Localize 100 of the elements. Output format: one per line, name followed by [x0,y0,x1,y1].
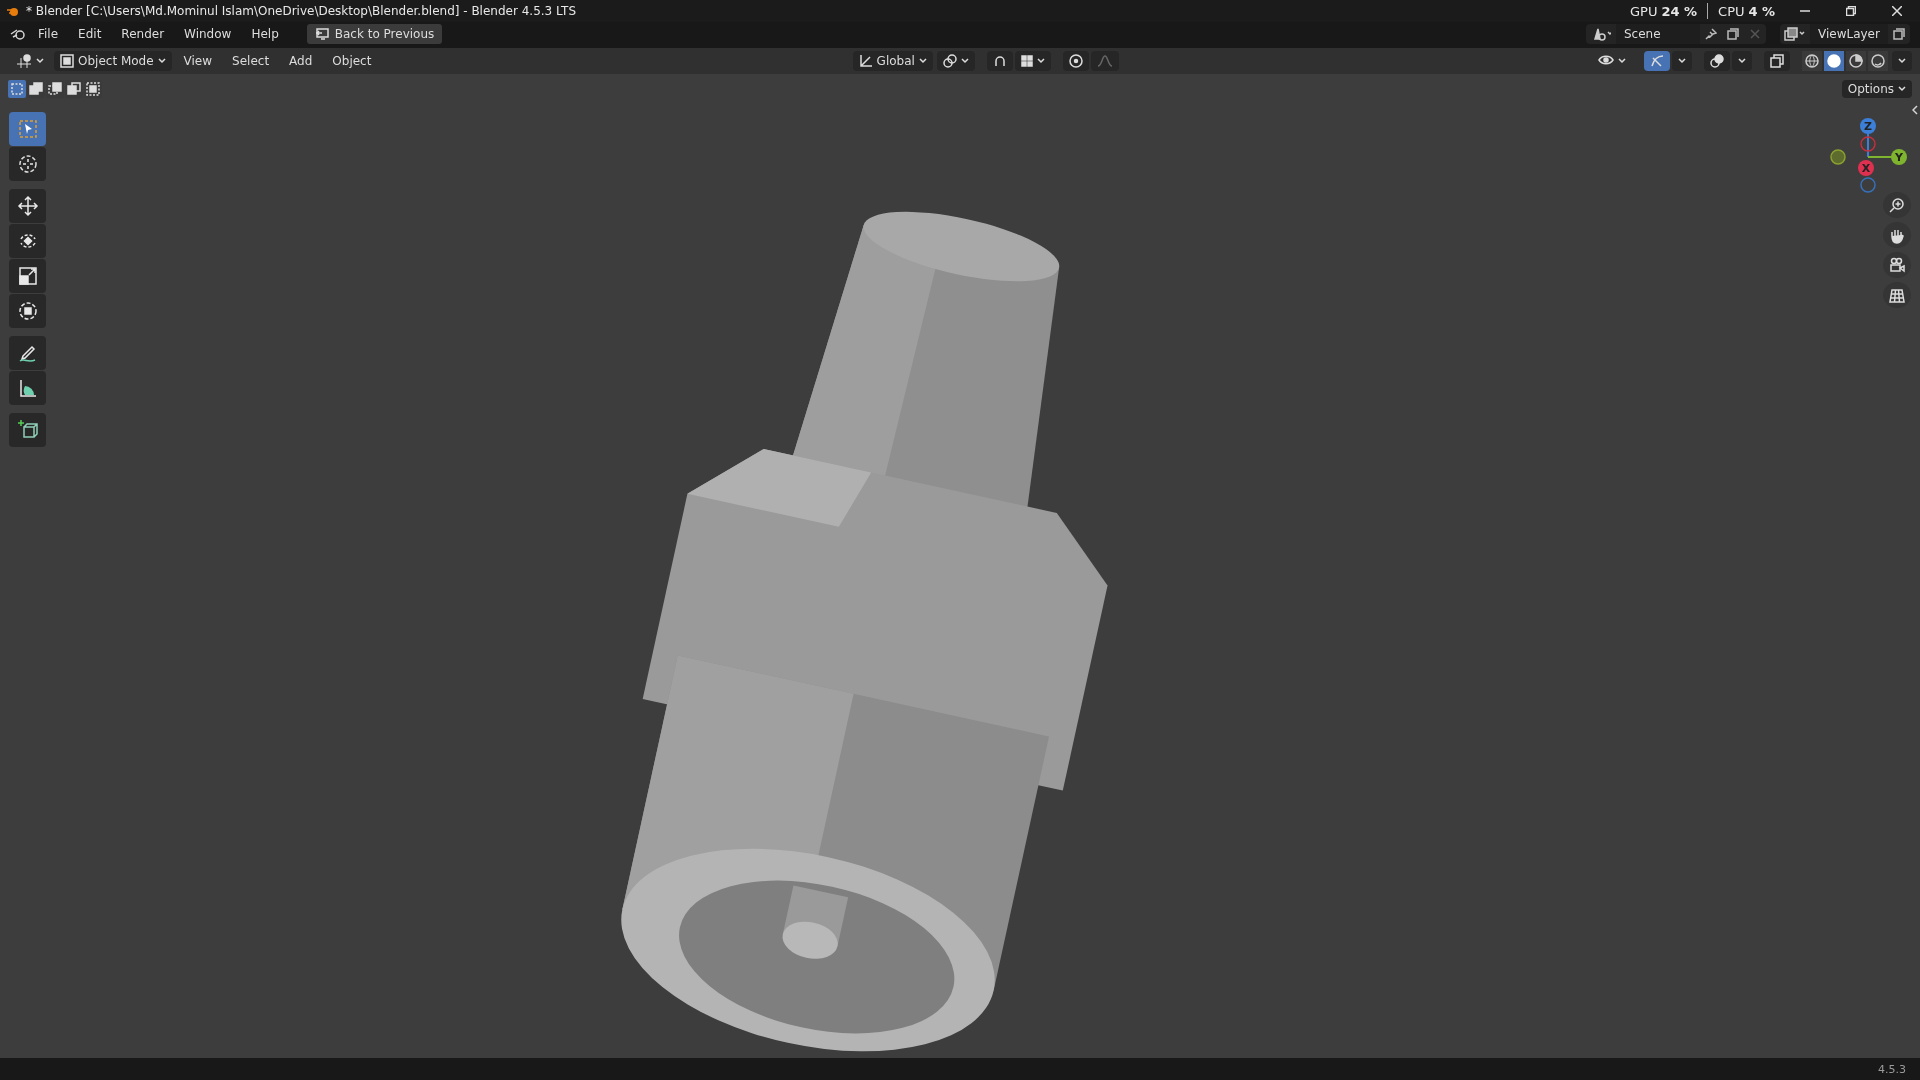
overlapping-circles-icon [1710,54,1724,68]
wireframe-sphere-icon [1805,54,1819,68]
menu-item[interactable]: File [30,25,67,43]
close-icon [1892,6,1902,16]
add-cube-icon [16,419,39,441]
caret-icon [960,58,969,64]
options-dropdown[interactable]: Options [1841,80,1912,98]
overlay-dropdown[interactable] [1732,51,1752,71]
solid-sphere-icon [1827,54,1841,68]
magnet-icon [992,54,1007,68]
caret-icon [1618,58,1626,64]
axis-label: Z [1864,120,1872,133]
selection-squares-icon [29,82,43,96]
caret-icon [1898,58,1906,64]
back-to-previous-button[interactable]: Back to Previous [306,24,443,44]
tool-button[interactable] [9,224,46,258]
gizmo-dropdown[interactable] [1672,51,1692,71]
rendered-sphere-icon [1871,54,1885,68]
menu-item[interactable]: Help [243,25,287,43]
restore-icon [1846,6,1856,16]
caret-icon [918,58,927,64]
object-cube-icon [60,54,74,68]
axes-icon [16,54,32,68]
view-layer-name-field[interactable]: ViewLayer [1810,24,1888,44]
selection-squares-icon [67,82,81,96]
tool-button[interactable] [9,147,46,181]
axis-label: Y [1895,151,1903,164]
transform-icon [16,300,39,322]
shading-dropdown[interactable] [1892,51,1912,71]
selection-mode-button[interactable] [27,80,45,98]
axis-gizmo[interactable] [1830,118,1907,193]
tool-button[interactable] [9,294,46,328]
shading-mode-button[interactable] [1846,51,1866,71]
menu-item[interactable]: Window [176,25,240,43]
view-layer-selector[interactable]: ViewLayer [1780,24,1910,44]
navigation-button[interactable] [1883,192,1911,218]
caret-icon [1898,86,1906,92]
zoom-in-icon [1888,196,1906,214]
tool-button[interactable] [9,259,46,293]
xray-toggle[interactable] [1764,51,1790,71]
grid-icon [1888,286,1906,304]
cpu-usage: 4 % [1748,3,1776,19]
snap-toggle[interactable] [986,51,1013,71]
xray-squares-icon [1770,54,1784,68]
gizmo-arrow-icon [1650,54,1664,68]
menu-item[interactable]: Select [224,52,278,70]
selection-squares-icon [10,82,24,96]
menu-item[interactable]: View [175,52,221,70]
copy-icon [1727,28,1739,40]
falloff-curve-icon [1096,55,1113,67]
caret-icon [1738,58,1746,64]
tool-button[interactable] [9,371,46,405]
cursor-icon [16,153,39,175]
menu-item[interactable]: Object [324,52,380,70]
overlay-toggle[interactable] [1704,51,1730,71]
tool-button[interactable] [9,413,46,447]
selection-squares-icon [48,82,62,96]
menu-item[interactable]: Add [281,52,321,70]
shading-mode-button[interactable] [1868,51,1888,71]
scale-icon [16,265,39,287]
axes-icon [858,54,873,68]
blender-logo-icon [10,27,26,41]
shading-mode-button[interactable] [1824,51,1844,71]
caret-icon [36,58,44,64]
target-icon [1068,54,1083,68]
selection-mode-button[interactable] [84,80,102,98]
scene-selector[interactable]: Scene [1586,24,1766,44]
layers-icon [1784,27,1806,41]
version-label: 4.5.3 [1878,1062,1906,1076]
proportional-edit-toggle[interactable] [1062,51,1089,71]
mode-dropdown[interactable]: Object Mode [54,51,172,71]
gizmo-toggle[interactable] [1644,51,1670,71]
scene-name-field[interactable]: Scene [1616,24,1700,44]
select-box-icon [16,118,39,140]
menu-item[interactable]: Edit [70,25,110,43]
move-icon [16,195,39,217]
gpu-label: GPU [1630,3,1658,19]
navigation-button[interactable] [1883,282,1911,308]
navigation-button[interactable] [1883,222,1911,248]
shading-mode-button[interactable] [1802,51,1822,71]
cpu-label: CPU [1718,3,1745,19]
tool-button[interactable] [9,189,46,223]
axis-label: X [1861,162,1871,175]
screen-back-icon [314,28,329,40]
navigation-button[interactable] [1883,252,1911,278]
orientation-dropdown[interactable]: Global [852,51,933,71]
material-sphere-icon [1849,54,1863,68]
gpu-usage: 24 % [1661,3,1698,19]
window-title: * Blender [C:\Users\Md.Mominul Islam\OneDrive\Desktop\Blender.blend] - Blender 4.5.3 LTS [26,4,576,18]
3d-viewport[interactable]: Options Z Y X [0,74,1920,1058]
selection-mode-button[interactable] [46,80,64,98]
selection-squares-icon [86,82,100,96]
tool-button[interactable] [9,336,46,370]
chevron-left-icon [1912,105,1918,115]
caret-icon [1036,58,1045,64]
caret-icon [157,58,166,64]
selection-mode-button[interactable] [65,80,83,98]
pivot-dropdown[interactable] [936,51,975,71]
snap-dropdown[interactable] [1014,51,1051,71]
menu-item[interactable]: Render [113,25,173,43]
